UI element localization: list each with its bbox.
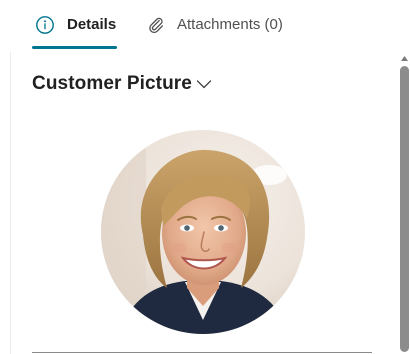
scroll-up-arrow-icon[interactable]	[400, 54, 409, 63]
factbox-tab-bar: Details Attachments (0)	[0, 0, 410, 52]
tab-details[interactable]: Details	[35, 12, 116, 38]
tab-attachments-label: Attachments (0)	[177, 16, 283, 33]
customer-picture	[101, 130, 305, 334]
tab-details-label: Details	[67, 16, 117, 33]
vertical-scrollbar[interactable]	[399, 54, 410, 354]
customer-picture-section-header[interactable]: Customer Picture	[32, 69, 213, 99]
paperclip-icon	[146, 15, 166, 35]
section-divider	[32, 352, 372, 353]
tab-attachments[interactable]: Attachments (0)	[146, 12, 283, 38]
scrollbar-thumb[interactable]	[400, 66, 409, 352]
selected-tab-indicator	[32, 46, 117, 49]
section-title: Customer Picture	[32, 73, 192, 94]
info-icon	[35, 15, 55, 35]
chevron-down-icon[interactable]	[195, 75, 213, 93]
